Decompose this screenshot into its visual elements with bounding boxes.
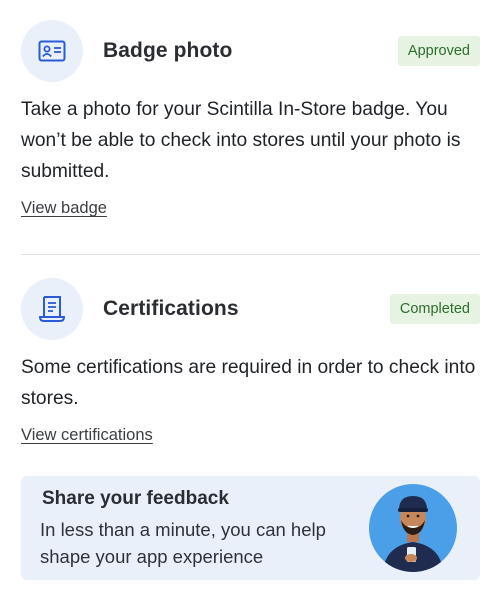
badge-photo-description: Take a photo for your Scintilla In-Store… (21, 99, 461, 182)
feedback-text: In less than a minute, you can help shap… (40, 519, 326, 567)
badge-photo-section: Badge photo Approved Take a photo for yo… (21, 20, 480, 218)
feedback-card[interactable]: Share your feedback In less than a minut… (21, 476, 480, 580)
view-certifications-link[interactable]: View certifications (21, 426, 153, 445)
badge-photo-title: Badge photo (103, 39, 233, 62)
certificate-icon (21, 278, 83, 340)
badge-photo-header: Badge photo Approved (21, 20, 480, 82)
certifications-description: Some certifications are required in orde… (21, 357, 476, 409)
shopper-avatar-illustration (369, 484, 457, 572)
view-badge-link[interactable]: View badge (21, 199, 107, 218)
section-divider (21, 254, 480, 255)
status-badge-completed: Completed (389, 294, 480, 324)
certifications-header: Certifications Completed (21, 278, 480, 340)
status-badge-approved: Approved (397, 36, 480, 66)
id-card-icon (21, 20, 83, 82)
certifications-section: Certifications Completed Some certificat… (21, 278, 480, 445)
feedback-title: Share your feedback (42, 488, 229, 509)
certifications-title: Certifications (103, 297, 239, 320)
